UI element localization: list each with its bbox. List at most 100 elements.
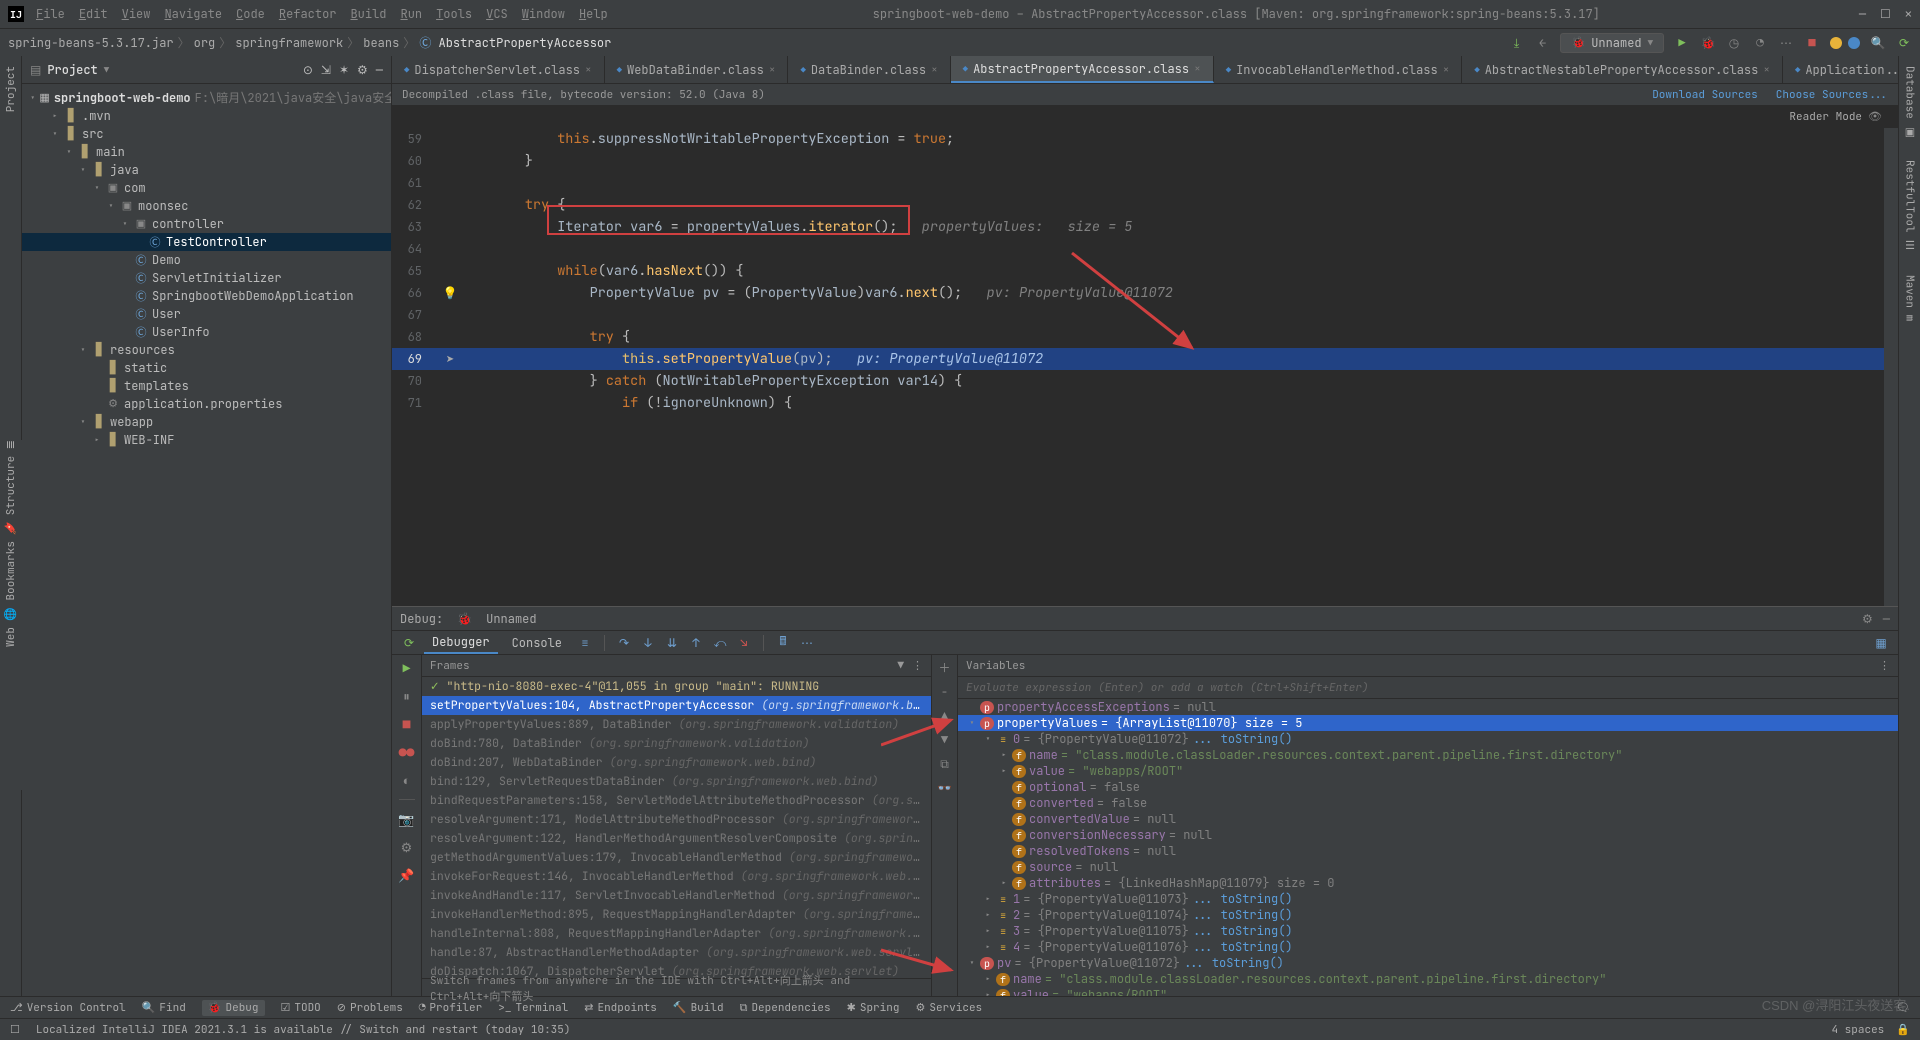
stack-frame[interactable]: resolveArgument:171, ModelAttributeMetho… [422,810,931,829]
stack-frame[interactable]: invokeHandlerMethod:895, RequestMappingH… [422,905,931,924]
toolwindow-todo[interactable]: ☑ TODO [281,1001,321,1015]
editor-tab[interactable]: ◆DataBinder.class× [788,56,950,83]
stack-frame[interactable]: bindRequestParameters:158, ServletModelA… [422,791,931,810]
menu-edit[interactable]: Edit [73,4,114,24]
threads-icon[interactable]: ≡ [576,634,594,652]
tree-row[interactable]: ▉templates [22,377,391,395]
collapse-icon[interactable]: ✶ [339,62,349,78]
database-tool-tab[interactable]: Database ▣ [1903,60,1917,144]
maximize-icon[interactable]: ☐ [1880,6,1891,22]
stop-icon[interactable]: ■ [1804,35,1820,51]
stop-icon[interactable]: ■ [398,715,416,733]
step-over-icon[interactable]: ↷ [615,634,633,652]
restful-tool-tab[interactable]: RestfulTool ☰ [1903,154,1917,258]
tree-row[interactable]: ▾▉java [22,161,391,179]
menu-tools[interactable]: Tools [430,4,478,24]
editor-tab[interactable]: ◆InvocableHandlerMethod.class× [1214,56,1463,83]
thread-row[interactable]: "http-nio-8080-exec-4"@11,055 in group "… [422,677,931,696]
stack-frame[interactable]: getMethodArgumentValues:179, InvocableHa… [422,848,931,867]
project-tool-tab[interactable]: Project [4,60,18,118]
resume-icon[interactable]: ▶ [398,659,416,677]
tree-row[interactable]: ⒸTestController [22,233,391,251]
trace-icon[interactable]: ⋯ [798,634,816,652]
menu-file[interactable]: File [30,4,71,24]
menu-view[interactable]: View [116,4,157,24]
tree-row[interactable]: ⚙application.properties [22,395,391,413]
layout-icon[interactable]: ▦ [1872,634,1890,652]
variable-row[interactable]: ▸fname = "class.module.classLoader.resou… [958,971,1898,987]
remove-watch-icon[interactable]: − [941,684,948,700]
rerun-icon[interactable]: ⟳ [400,634,418,652]
stack-frame[interactable]: setPropertyValues:104, AbstractPropertyA… [422,696,931,715]
down-icon[interactable]: ▼ [941,732,948,748]
variable-row[interactable]: fconversionNecessary = null [958,827,1898,843]
coverage-icon[interactable]: ◷ [1726,35,1742,51]
debug-icon[interactable]: 🐞 [1700,35,1716,51]
editor-tab[interactable]: ◆Application...× [1783,56,1898,83]
hide-icon[interactable]: — [376,62,383,78]
run-icon[interactable]: ▶ [1674,35,1690,51]
code-editor[interactable]: 59 this.suppressNotWritablePropertyExcep… [392,128,1898,606]
glasses-icon[interactable]: 👓 [937,780,952,796]
variable-row[interactable]: foptional = false [958,779,1898,795]
breadcrumb[interactable]: spring-beans-5.3.17.jar〉org〉springframew… [8,34,611,51]
menu-run[interactable]: Run [394,4,428,24]
force-step-into-icon[interactable]: ⇊ [663,634,681,652]
variable-row[interactable]: ▸fattributes = {LinkedHashMap@11079} siz… [958,875,1898,891]
view-breakpoints-icon[interactable]: ●● [398,743,416,761]
gear-icon[interactable]: ⚙ [357,62,368,78]
editor-tab[interactable]: ◆DispatcherServlet.class× [392,56,605,83]
web-tool-tab[interactable]: Web 🌐 [4,607,18,647]
tree-row[interactable]: ▾▣controller [22,215,391,233]
close-tab-icon[interactable]: × [1194,62,1201,76]
reader-mode-toggle[interactable]: Reader Mode [1789,110,1862,124]
stack-frame[interactable]: bind:129, ServletRequestDataBinder (org.… [422,772,931,791]
stack-frame[interactable]: invokeForRequest:146, InvocableHandlerMe… [422,867,931,886]
toolwindow-find[interactable]: 🔍 Find [142,1001,186,1015]
pause-icon[interactable]: ⏸ [398,687,416,705]
menu-build[interactable]: Build [344,4,392,24]
menu-window[interactable]: Window [516,4,571,24]
stack-frame[interactable]: handle:87, AbstractHandlerMethodAdapter … [422,943,931,962]
tree-row[interactable]: ▾▉resources [22,341,391,359]
variable-row[interactable]: ▸≡2 = {PropertyValue@11074} ... toString… [958,907,1898,923]
camera-icon[interactable]: 📷 [398,810,416,828]
step-into-icon[interactable]: ↓ [639,634,657,652]
variable-row[interactable]: fsource = null [958,859,1898,875]
download-sources-link[interactable]: Download Sources [1652,88,1758,102]
tree-row[interactable]: ⒸUser [22,305,391,323]
variable-row[interactable]: fconverted = false [958,795,1898,811]
close-tab-icon[interactable]: × [1443,63,1450,77]
menu-refactor[interactable]: Refactor [273,4,343,24]
variable-row[interactable]: ▸fvalue = "webapps/ROOT" [958,763,1898,779]
bottom-toolwindow-bar[interactable]: ⎇ Version Control🔍 Find🐞 Debug☑ TODO⊘ Pr… [0,996,1920,1018]
debugger-tab[interactable]: Debugger [424,632,498,654]
indent-info[interactable]: 4 spaces [1831,1023,1884,1037]
intention-bulb-icon[interactable]: 💡 [440,282,460,304]
toolwindow-version-control[interactable]: ⎇ Version Control [10,1001,126,1015]
add-watch-icon[interactable]: ＋ [938,659,950,676]
tree-row[interactable]: ▾▉main [22,143,391,161]
tree-row[interactable]: ▾▦springboot-web-demo F:\暗月\2021\java安全\… [22,88,391,107]
editor-tab[interactable]: ◆AbstractPropertyAccessor.class× [951,56,1214,83]
circle-icon[interactable] [1848,37,1860,49]
project-tree[interactable]: ▾▦springboot-web-demo F:\暗月\2021\java安全\… [22,84,391,996]
stack-frame[interactable]: applyPropertyValues:889, DataBinder (org… [422,715,931,734]
stack-frame[interactable]: resolveArgument:122, HandlerMethodArgume… [422,829,931,848]
stack-frame[interactable]: doBind:207, WebDataBinder (org.springfra… [422,753,931,772]
chevron-down-icon[interactable]: ▼ [104,64,109,76]
toolwindow-problems[interactable]: ⊘ Problems [337,1001,403,1015]
editor-tab[interactable]: ◆AbstractNestablePropertyAccessor.class× [1462,56,1783,83]
expand-icon[interactable]: ⇲ [321,62,331,78]
tree-row[interactable]: ⒸServletInitializer [22,269,391,287]
build-icon[interactable]: ⤓ [1508,35,1524,51]
frames-list[interactable]: "http-nio-8080-exec-4"@11,055 in group "… [422,677,931,978]
tree-row[interactable]: ▾▉src [22,125,391,143]
variable-row[interactable]: ▾≡0 = {PropertyValue@11072} ... toString… [958,731,1898,747]
hide-icon[interactable]: — [1883,611,1890,627]
variable-row[interactable]: ppropertyAccessExceptions = null [958,699,1898,715]
run-config-selector[interactable]: 🐞 Unnamed ▼ [1560,33,1664,53]
gear-icon[interactable]: ⚙ [398,838,416,856]
right-tool-rail[interactable]: Database ▣ RestfulTool ☰ Maven m [1898,56,1920,996]
copy-icon[interactable]: ⧉ [940,756,949,772]
